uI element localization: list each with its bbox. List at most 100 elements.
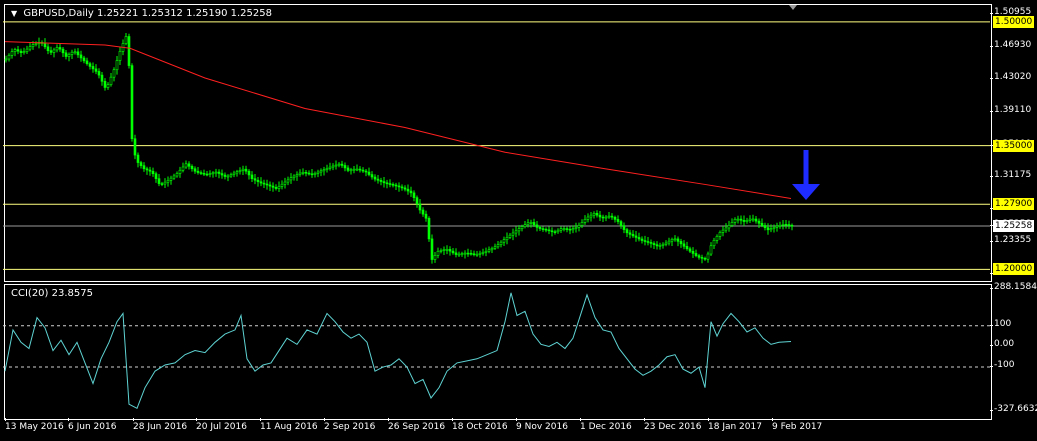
candle-body [232, 172, 236, 175]
candle-body [319, 170, 323, 173]
candle-body [208, 173, 212, 175]
candle-body [361, 169, 365, 172]
candle-body [496, 244, 500, 248]
candle-body [184, 163, 188, 168]
candle-body [7, 54, 11, 60]
candle-body [76, 51, 80, 56]
candle-body [466, 252, 470, 255]
candle-body [547, 229, 551, 232]
candle-body [310, 173, 314, 176]
candle-body [286, 179, 290, 183]
candle-body [166, 180, 170, 183]
candle-body [43, 42, 47, 48]
candle-body [757, 220, 761, 224]
candle-body [538, 227, 542, 229]
candle-body [358, 168, 362, 171]
candle-body [520, 226, 524, 229]
date-tick [133, 418, 134, 421]
candle-body [349, 169, 353, 172]
candle-body [112, 69, 116, 78]
date-tick [5, 418, 6, 421]
candle-body [403, 187, 407, 190]
candle-body [730, 222, 734, 226]
candle-body [103, 80, 107, 88]
candle-body [577, 225, 581, 228]
level-label: 1.25258 [993, 220, 1035, 233]
candle-body [649, 242, 653, 244]
candle-body [193, 168, 197, 172]
candle-body [751, 218, 755, 221]
candle-body [367, 171, 371, 175]
candle-body [142, 165, 146, 170]
candle-body [88, 63, 92, 67]
candle-body [574, 227, 578, 229]
candle-body [253, 178, 257, 181]
level-label: 1.27900 [993, 198, 1035, 211]
candle-body [448, 249, 452, 252]
candle-body [625, 229, 629, 234]
candle-body [643, 240, 647, 242]
candle-body [550, 230, 554, 233]
candle-body [136, 154, 140, 163]
candle-body [64, 52, 68, 57]
price-tick: 1.39110 [989, 104, 1032, 115]
candle-body [241, 168, 245, 171]
candle-body [379, 180, 383, 182]
candle-body [190, 165, 194, 170]
candle-body [469, 252, 473, 255]
candle-body [115, 60, 119, 71]
candle-body [313, 172, 317, 175]
candle-body [91, 66, 95, 70]
level-label: 1.50000 [993, 15, 1035, 28]
cci-tick: 0.00 [989, 339, 1015, 350]
level-label: 1.20000 [993, 263, 1035, 276]
candle-body [514, 230, 518, 234]
candle-body [238, 170, 242, 172]
candle-body [637, 237, 641, 240]
date-tick [708, 418, 709, 421]
candle-body [418, 203, 422, 211]
candle-body [181, 166, 185, 171]
candle-body [175, 173, 179, 177]
candle-body [745, 220, 749, 222]
level-label: 1.35000 [993, 139, 1035, 152]
date-axis[interactable]: 13 May 2016 6 Jun 2016 28 Jun 2016 20 Jul 2… [0, 418, 990, 440]
candle-body [646, 241, 650, 243]
candle-body [25, 48, 29, 52]
candle-body [421, 209, 425, 215]
candle-body [748, 218, 752, 221]
candle-body [250, 174, 254, 179]
candle-body [154, 173, 158, 179]
candle-body [553, 231, 557, 233]
candle-body [478, 252, 482, 255]
candle-body [394, 184, 398, 187]
candle-body [502, 239, 506, 243]
date-label: 28 Jun 2016 [133, 422, 188, 432]
date-tick [324, 418, 325, 421]
chart-canvas [3, 5, 990, 409]
candle-body [781, 224, 785, 226]
candle-body [442, 249, 446, 251]
candle-body [445, 249, 449, 251]
cci-line [4, 292, 792, 409]
candle-body [85, 60, 89, 64]
date-tick [452, 418, 453, 421]
candle-body [412, 192, 416, 198]
candle-body [457, 253, 461, 256]
candle-body [562, 228, 566, 230]
candle-body [409, 190, 413, 194]
candle-body [691, 250, 695, 254]
candle-body [82, 57, 86, 62]
candle-body [301, 172, 305, 174]
candle-body [706, 253, 710, 260]
candle-body [736, 218, 740, 221]
candle-body [589, 214, 593, 218]
candle-body [202, 172, 206, 175]
candle-body [778, 224, 782, 227]
candle-body [73, 51, 77, 54]
candle-body [220, 173, 224, 176]
cci-axis[interactable]: 288.1584 100 0.00 -100 -327.6632 [989, 282, 1037, 418]
candle-body [739, 218, 743, 221]
candle-body [727, 225, 731, 229]
candle-body [385, 182, 389, 185]
